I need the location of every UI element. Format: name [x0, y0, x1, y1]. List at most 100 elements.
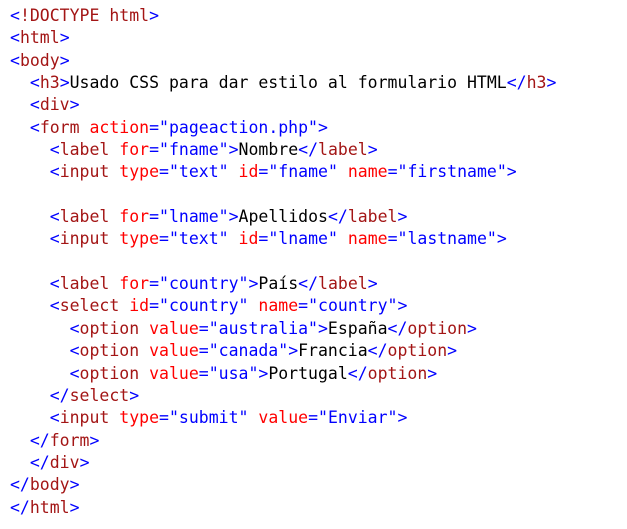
syntax-bracket: <: [29, 117, 40, 137]
syntax-attribute: id: [238, 162, 259, 182]
syntax-bracket: </: [298, 274, 319, 294]
syntax-bracket: >: [59, 50, 70, 70]
syntax-tag-name: h3: [39, 73, 60, 93]
syntax-attribute: for: [119, 140, 150, 160]
code-line: </form>: [10, 430, 556, 452]
code-text: Francia: [298, 341, 368, 361]
syntax-tag-name: html: [29, 497, 70, 517]
syntax-tag-name: option: [407, 318, 468, 338]
code-text: Usado CSS para dar estilo al formulario …: [69, 73, 507, 93]
syntax-bracket: <: [49, 408, 60, 428]
syntax-attribute: for: [119, 274, 150, 294]
code-text: Nombre: [238, 140, 299, 160]
syntax-tag-name: label: [59, 274, 110, 294]
code-line: <h3>Usado CSS para dar estilo al formula…: [10, 72, 557, 94]
syntax-bracket: <: [49, 229, 60, 249]
syntax-bracket: >: [79, 452, 90, 472]
syntax-tag-name: div: [39, 95, 70, 115]
syntax-tag-name: div: [49, 452, 80, 472]
syntax-bracket: </: [298, 140, 319, 160]
syntax-value: "submit": [168, 408, 249, 428]
syntax-bracket: >: [129, 385, 140, 405]
syntax-attribute: for: [119, 207, 150, 227]
code-line: <option value="canada">Francia</option>: [10, 340, 556, 362]
syntax-bracket: </: [506, 73, 527, 93]
syntax-bracket: >: [69, 95, 80, 115]
syntax-attribute: id: [238, 229, 259, 249]
code-line: </select>: [10, 385, 556, 407]
syntax-value: "lname": [159, 207, 229, 227]
syntax-tag-name: option: [79, 363, 140, 383]
syntax-bracket: <: [49, 274, 60, 294]
syntax-bracket: </: [10, 475, 30, 495]
code-text: Apellidos: [238, 207, 328, 227]
syntax-bracket: </: [49, 385, 70, 405]
syntax-bracket: >: [427, 363, 438, 383]
syntax-value: "text": [168, 162, 229, 182]
syntax-bracket: <: [10, 50, 20, 70]
code-text: Portugal: [268, 363, 348, 383]
syntax-bracket: >: [317, 318, 328, 338]
syntax-bracket: <: [49, 162, 60, 182]
syntax-bracket: <: [49, 140, 60, 160]
syntax-tag-name: option: [79, 341, 140, 361]
syntax-value: "lname": [268, 229, 338, 249]
syntax-bracket: >: [447, 341, 458, 361]
syntax-value: "firstname": [397, 162, 507, 182]
syntax-tag-name: body: [19, 50, 60, 70]
syntax-bracket: <: [10, 6, 20, 25]
syntax-value: "text": [168, 229, 229, 249]
syntax-value: "pageaction.php": [159, 117, 318, 137]
syntax-bracket: >: [258, 363, 269, 383]
syntax-bracket: >: [59, 73, 70, 93]
syntax-bracket: </: [29, 452, 50, 472]
syntax-bracket: >: [89, 430, 100, 450]
syntax-bracket: =: [387, 162, 398, 182]
syntax-tag-name: label: [347, 207, 398, 227]
syntax-bracket: </: [347, 363, 368, 383]
code-line: </html>: [10, 497, 556, 519]
code-line: <input type="text" id="fname" name="firs…: [10, 161, 556, 183]
syntax-bracket: <: [29, 73, 40, 93]
syntax-bracket: >: [367, 140, 378, 160]
code-line: </body>: [10, 474, 556, 496]
syntax-tag-name: select: [69, 385, 130, 405]
code-text: España: [327, 318, 388, 338]
code-line: <html>: [10, 27, 556, 49]
code-line: <select id="country" name="country">: [10, 295, 556, 317]
code-line: <div>: [10, 94, 556, 116]
syntax-tag-name: option: [387, 341, 448, 361]
syntax-tag-name: select: [59, 296, 120, 316]
syntax-bracket: <: [10, 28, 20, 48]
syntax-bracket: </: [387, 318, 408, 338]
syntax-bracket: =: [258, 162, 269, 182]
syntax-tag-name: input: [59, 162, 110, 182]
syntax-bracket: >: [367, 274, 378, 294]
syntax-value: "fname": [159, 140, 229, 160]
syntax-bracket: =: [159, 162, 169, 182]
syntax-bracket: =: [198, 318, 209, 338]
syntax-bracket: =: [198, 363, 209, 383]
syntax-tag-name: input: [59, 408, 110, 428]
syntax-bracket: >: [397, 296, 408, 316]
syntax-bracket: =: [149, 207, 160, 227]
syntax-tag-name: option: [79, 318, 140, 338]
syntax-attribute: action: [89, 117, 150, 137]
